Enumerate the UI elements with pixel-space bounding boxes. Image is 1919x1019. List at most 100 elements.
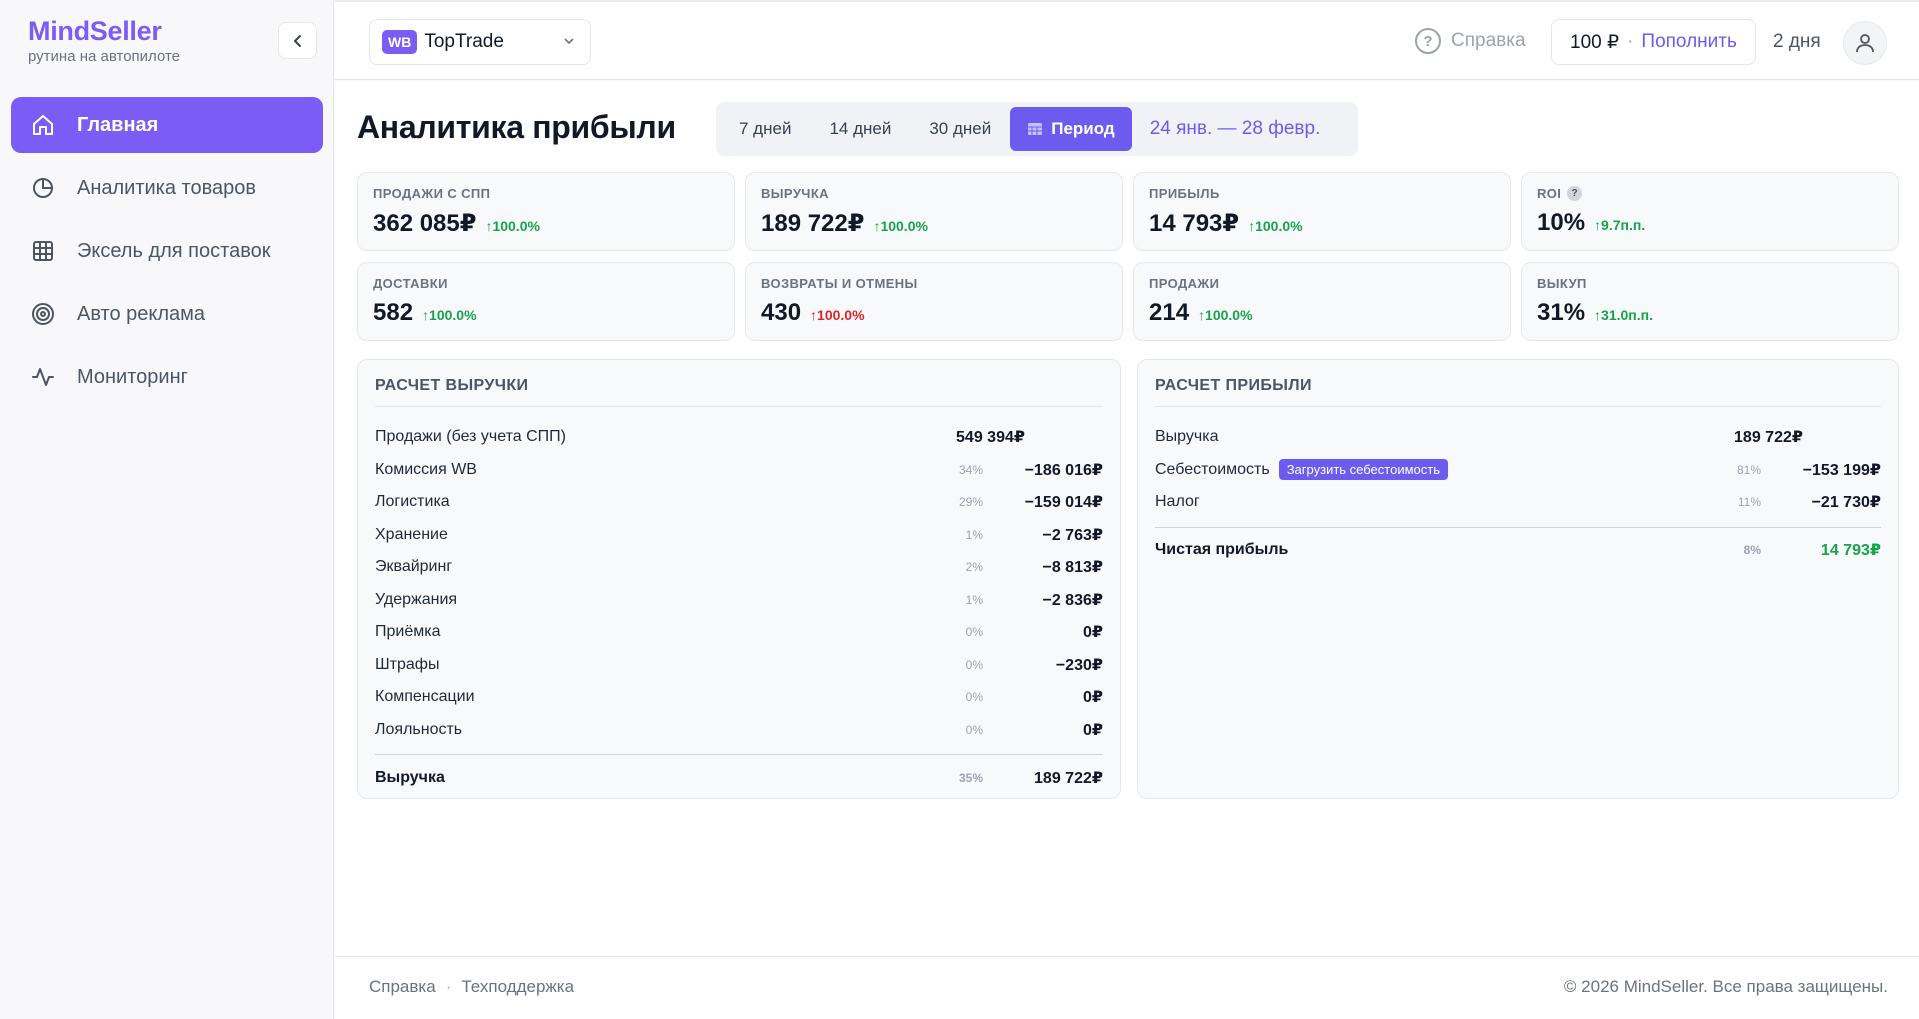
row-value: 0₽: [1082, 721, 1103, 739]
kpi-delta: ↑100.0%: [1248, 218, 1303, 234]
pie-chart-icon: [30, 175, 56, 201]
row-value: 14 793₽: [1820, 542, 1881, 559]
period-custom-label: Период: [1051, 119, 1115, 138]
table-row: Штрафы 0% −230₽: [375, 649, 1103, 682]
kpi-label: ВОЗВРАТЫ И ОТМЕНЫ: [761, 276, 918, 291]
row-percent: 0%: [965, 625, 983, 640]
calendar-icon: [1028, 123, 1043, 135]
row-percent: 8%: [1743, 543, 1761, 557]
sidebar-item-label: Аналитика товаров: [77, 176, 257, 199]
profit-rows: Выручка 189 722₽ Себестоимость Загрузить с…: [1155, 421, 1881, 567]
footer-link-help[interactable]: Справка: [369, 977, 436, 996]
sidebar-item-label: Авто реклама: [77, 302, 206, 325]
row-value: 549 394₽: [956, 429, 1025, 447]
kpi-delta: ↑31.0п.п.: [1594, 307, 1653, 323]
sidebar-item-label: Мониторинг: [77, 365, 188, 388]
kpi-value: 10%: [1537, 209, 1586, 236]
brand[interactable]: MindSeller рутина на автопилоте: [28, 16, 180, 65]
table-row: Логистика 29% −159 014₽: [375, 486, 1103, 519]
sidebar-item-excel-supplies[interactable]: Эксель для поставок: [11, 223, 323, 279]
kpi-delta: ↑100.0%: [810, 307, 865, 323]
kpi-sales-spp: ПРОДАЖИ С СПП 362 085₽ ↑100.0%: [357, 172, 735, 251]
kpi-delta: ↑100.0%: [485, 218, 540, 234]
kpi-revenue: ВЫРУЧКА 189 722₽ ↑100.0%: [745, 172, 1123, 251]
footer-links: Справка · Техподдержка: [369, 977, 574, 997]
kpi-buyout: ВЫКУП 31% ↑31.0п.п.: [1521, 262, 1899, 341]
period-7-days[interactable]: 7 дней: [720, 107, 810, 151]
row-value: −230₽: [1055, 656, 1103, 674]
shop-name: TopTrade: [424, 31, 504, 52]
top-header: WB TopTrade ? Справка 100 ₽ · Пополнить …: [335, 0, 1919, 80]
table-row: Комиссия WB 34% −186 016₽: [375, 454, 1103, 487]
kpi-value: 430: [761, 299, 802, 326]
row-value: −153 199₽: [1802, 461, 1881, 479]
brand-tagline: рутина на автопилоте: [28, 48, 181, 65]
sidebar: MindSeller рутина на автопилоте Главная …: [0, 0, 334, 1019]
subscription-days: 2 дня: [1773, 31, 1821, 52]
main-content: Аналитика прибыли 7 дней 14 дней 30 дней…: [335, 81, 1919, 956]
home-icon: [30, 112, 56, 138]
kpi-value: 362 085₽: [373, 210, 477, 237]
marketplace-badge: WB: [382, 30, 418, 54]
kpi-label: ВЫКУП: [1537, 276, 1587, 291]
sidebar-item-home[interactable]: Главная: [11, 97, 323, 153]
total-row: Чистая прибыль 8% 14 793₽: [1155, 526, 1881, 567]
upload-cost-button[interactable]: Загрузить себестоимость: [1278, 459, 1448, 481]
revenue-rows: Продажи (без учета СПП) 549 394₽ Комиссия…: [375, 421, 1103, 794]
row-label: Штрафы: [375, 655, 440, 673]
kpi-delta: ↑9.7п.п.: [1594, 217, 1646, 233]
kpi-deliveries: ДОСТАВКИ 582 ↑100.0%: [357, 262, 735, 341]
kpi-value: 214: [1149, 299, 1190, 326]
revenue-calc-panel: РАСЧЕТ ВЫРУЧКИ Продажи (без учета СПП) 54…: [357, 359, 1121, 799]
row-label: Налог: [1155, 493, 1200, 511]
row-percent: 29%: [958, 495, 983, 510]
table-row: Приёмка 0% 0₽: [375, 616, 1103, 649]
sidebar-item-label: Эксель для поставок: [77, 239, 271, 262]
footer-separator: ·: [445, 977, 452, 996]
collapse-sidebar-button[interactable]: [278, 22, 317, 59]
row-value: 0₽: [1082, 689, 1103, 707]
row-label: Компенсации: [375, 688, 475, 706]
row-value: 189 722₽: [1034, 769, 1103, 787]
row-percent: 0%: [965, 722, 983, 737]
sidebar-item-product-analytics[interactable]: Аналитика товаров: [11, 160, 323, 216]
shop-select[interactable]: WB TopTrade: [369, 19, 591, 65]
activity-icon: [30, 364, 56, 390]
copyright: © 2026 MindSeller. Все права защищены.: [1563, 977, 1888, 996]
footer-link-support[interactable]: Техподдержка: [461, 977, 574, 996]
topup-button[interactable]: Пополнить: [1641, 31, 1736, 53]
date-range[interactable]: 24 янв. — 28 февр.: [1150, 118, 1321, 140]
kpi-label: ДОСТАВКИ: [373, 276, 448, 291]
row-label: Чистая прибыль: [1155, 541, 1289, 558]
period-30-days[interactable]: 30 дней: [910, 107, 1010, 151]
period-custom-button[interactable]: Период: [1010, 107, 1132, 151]
table-row: Лояльность 0% 0₽: [375, 714, 1103, 747]
row-percent: 1%: [965, 527, 983, 542]
period-14-days[interactable]: 14 дней: [810, 107, 910, 151]
sidebar-item-monitoring[interactable]: Мониторинг: [11, 349, 323, 405]
row-percent: 0%: [965, 657, 983, 672]
kpi-value: 582: [373, 299, 414, 326]
row-label: Комиссия WB: [375, 460, 477, 478]
sidebar-item-auto-ads[interactable]: Авто реклама: [11, 286, 323, 342]
kpi-value: 189 722₽: [761, 210, 865, 237]
kpi-delta: ↑100.0%: [873, 218, 928, 234]
table-row: Продажи (без учета СПП) 549 394₽: [375, 421, 1103, 454]
row-percent: 35%: [958, 770, 983, 785]
kpi-grid: ПРОДАЖИ С СПП 362 085₽ ↑100.0% ВЫРУЧКА 18…: [357, 172, 1899, 341]
table-row: Компенсации 0% 0₽: [375, 681, 1103, 714]
row-label: Эквайринг: [375, 558, 453, 576]
brand-name: MindSeller: [28, 16, 162, 46]
kpi-label: ВЫРУЧКА: [761, 186, 829, 201]
sidebar-item-label: Главная: [77, 113, 159, 136]
table-row: Эквайринг 2% −8 813₽: [375, 551, 1103, 584]
target-icon: [30, 301, 56, 327]
help-link[interactable]: ? Справка: [1415, 28, 1526, 54]
balance-amount: 100 ₽: [1570, 31, 1620, 53]
row-percent: 0%: [965, 690, 983, 705]
user-icon: [1856, 34, 1874, 53]
help-icon[interactable]: ?: [1567, 186, 1583, 201]
avatar[interactable]: [1843, 21, 1887, 65]
profit-calc-panel: РАСЧЕТ ПРИБЫЛИ Выручка 189 722₽ Себестоим…: [1137, 359, 1899, 799]
kpi-label-text: ROI: [1537, 186, 1562, 201]
